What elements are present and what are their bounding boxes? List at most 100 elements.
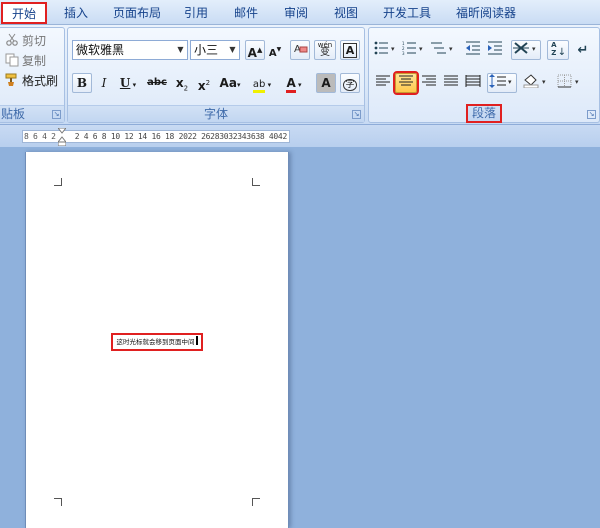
distributed-button[interactable] — [463, 73, 483, 93]
underline-button[interactable]: U ▾ — [116, 73, 140, 93]
font-dialog-launcher[interactable]: ↘ — [352, 110, 361, 119]
cut-label: 剪切 — [22, 34, 47, 48]
strikethrough-glyph: abc — [147, 77, 167, 88]
justify-button[interactable] — [441, 73, 461, 93]
italic-button[interactable]: I — [94, 73, 114, 93]
tab-insert[interactable]: 插入 — [56, 3, 96, 23]
tab-foxit-reader[interactable]: 福昕阅读器 — [448, 3, 524, 23]
paragraph-group-label: 段落 — [369, 104, 599, 123]
subscript-button[interactable]: x2 — [172, 73, 192, 93]
scissors-icon — [5, 33, 19, 47]
increase-indent-button[interactable] — [485, 40, 505, 60]
superscript-button[interactable]: x2 — [194, 73, 214, 93]
tab-mailings[interactable]: 邮件 — [228, 3, 264, 23]
grow-font-glyph: A — [247, 46, 257, 60]
borders-button[interactable]: ▾ — [555, 73, 585, 93]
format-painter-button[interactable]: 格式刷 — [5, 71, 58, 91]
grow-font-button[interactable]: A▲ — [245, 40, 265, 60]
clipboard-dialog-launcher[interactable]: ↘ — [52, 110, 61, 119]
svg-text:▾: ▾ — [391, 45, 395, 53]
line-spacing-button[interactable]: ▾ — [487, 73, 517, 93]
copy-button[interactable]: 复制 — [5, 51, 46, 71]
shrink-font-button[interactable]: A▼ — [266, 40, 284, 60]
eraser-icon: A — [294, 44, 308, 55]
change-case-button[interactable]: Aa▾ — [217, 73, 243, 93]
svg-text:▾: ▾ — [575, 78, 579, 86]
tab-references[interactable]: 引用 — [178, 3, 214, 23]
font-name-value: 微软雅黑 — [76, 43, 125, 57]
font-color-icon: A — [286, 76, 296, 93]
shrink-font-glyph: A — [268, 48, 277, 59]
enclose-characters-glyph: 字 — [343, 79, 357, 91]
subscript-glyph: x — [175, 76, 184, 90]
show-formatting-button[interactable]: ↵ — [573, 40, 593, 60]
margin-corner-top-left — [54, 178, 62, 186]
svg-text:3: 3 — [402, 51, 405, 55]
document-page[interactable]: 这时光标就会移到页面中间 — [25, 152, 289, 528]
svg-text:▾: ▾ — [419, 45, 423, 53]
ruler-left-numbers: 8 6 4 2 — [24, 132, 56, 141]
align-left-icon — [376, 75, 390, 86]
svg-text:▾: ▾ — [532, 45, 536, 53]
character-shading-glyph: A — [321, 76, 331, 90]
change-case-glyph: Aa — [219, 76, 237, 90]
tab-home[interactable]: 开始 — [1, 2, 47, 24]
font-group-label: 字体 — [68, 105, 364, 122]
enclose-characters-button[interactable]: 字 — [340, 73, 360, 93]
copy-icon — [5, 53, 19, 67]
align-left-button[interactable] — [373, 73, 393, 93]
justify-icon — [444, 75, 458, 86]
bold-glyph: B — [76, 76, 88, 90]
cut-button[interactable]: 剪切 — [5, 31, 46, 51]
horizontal-ruler[interactable]: 8 6 4 2 2 4 6 8 10 12 14 16 18 2022 2628… — [0, 125, 600, 147]
align-center-icon — [399, 75, 413, 86]
chevron-down-icon: ▼ — [229, 45, 236, 54]
decrease-indent-icon — [466, 41, 480, 55]
font-name-combo[interactable]: 微软雅黑 ▼ — [72, 40, 188, 60]
chinese-layout-button[interactable]: ▾ — [511, 40, 541, 60]
centered-text-highlight[interactable]: 这时光标就会移到页面中间 — [111, 333, 203, 351]
indent-marker-icon[interactable] — [56, 127, 68, 147]
character-shading-button[interactable]: A — [316, 73, 336, 93]
font-size-combo[interactable]: 小三 ▼ — [190, 40, 240, 60]
tab-view[interactable]: 视图 — [328, 3, 364, 23]
borders-icon: ▾ — [557, 74, 579, 88]
svg-text:▾: ▾ — [508, 78, 512, 86]
chevron-down-icon: ▼ — [177, 45, 184, 54]
tab-page-layout[interactable]: 页面布局 — [108, 3, 166, 23]
svg-text:▾: ▾ — [449, 45, 453, 53]
character-border-glyph: A — [342, 43, 358, 58]
align-right-button[interactable] — [419, 73, 439, 93]
shading-button[interactable]: ▾ — [521, 73, 551, 93]
clipboard-group: 剪切 复制 格式刷 贴板 ↘ — [0, 27, 65, 123]
multilevel-list-button[interactable]: ▾ — [429, 40, 457, 60]
decrease-indent-button[interactable] — [463, 40, 483, 60]
character-border-button[interactable]: A — [340, 40, 360, 60]
highlight-color-button[interactable]: ab ▾ — [248, 73, 276, 93]
ribbon: 剪切 复制 格式刷 贴板 ↘ 微软雅黑 ▼ 小三 ▼ A▲ A▼ A wén 变… — [0, 25, 600, 125]
align-right-icon — [422, 75, 436, 86]
text-cursor — [195, 336, 198, 345]
font-size-value: 小三 — [194, 43, 219, 57]
clear-format-button[interactable]: A — [290, 40, 310, 60]
tab-review[interactable]: 审阅 — [278, 3, 314, 23]
chinese-layout-icon: ▾ — [513, 42, 536, 54]
font-color-button[interactable]: A ▾ — [280, 73, 308, 93]
bullets-button[interactable]: ▾ — [373, 40, 399, 60]
line-spacing-icon: ▾ — [489, 74, 512, 88]
paragraph-dialog-launcher[interactable]: ↘ — [587, 110, 596, 119]
brush-icon — [5, 73, 19, 87]
ruler-right-numbers: 2 4 6 8 10 12 14 16 18 2022 262830323436… — [74, 132, 289, 141]
margin-corner-bottom-right — [252, 498, 260, 506]
tab-developer[interactable]: 开发工具 — [376, 3, 438, 23]
bold-button[interactable]: B — [72, 73, 92, 93]
align-center-button[interactable] — [393, 71, 419, 95]
bullet-list-icon: ▾ — [374, 41, 395, 55]
underline-glyph: U — [119, 76, 131, 90]
sort-button[interactable]: A Z↓ — [547, 40, 569, 60]
numbered-list-icon: 123▾ — [402, 41, 423, 56]
phonetic-guide-button[interactable]: wén 变 — [314, 40, 336, 60]
strikethrough-button[interactable]: abc — [144, 73, 170, 93]
margin-corner-bottom-left — [54, 498, 62, 506]
numbering-button[interactable]: 1 2 3 ▾ — [401, 40, 427, 60]
